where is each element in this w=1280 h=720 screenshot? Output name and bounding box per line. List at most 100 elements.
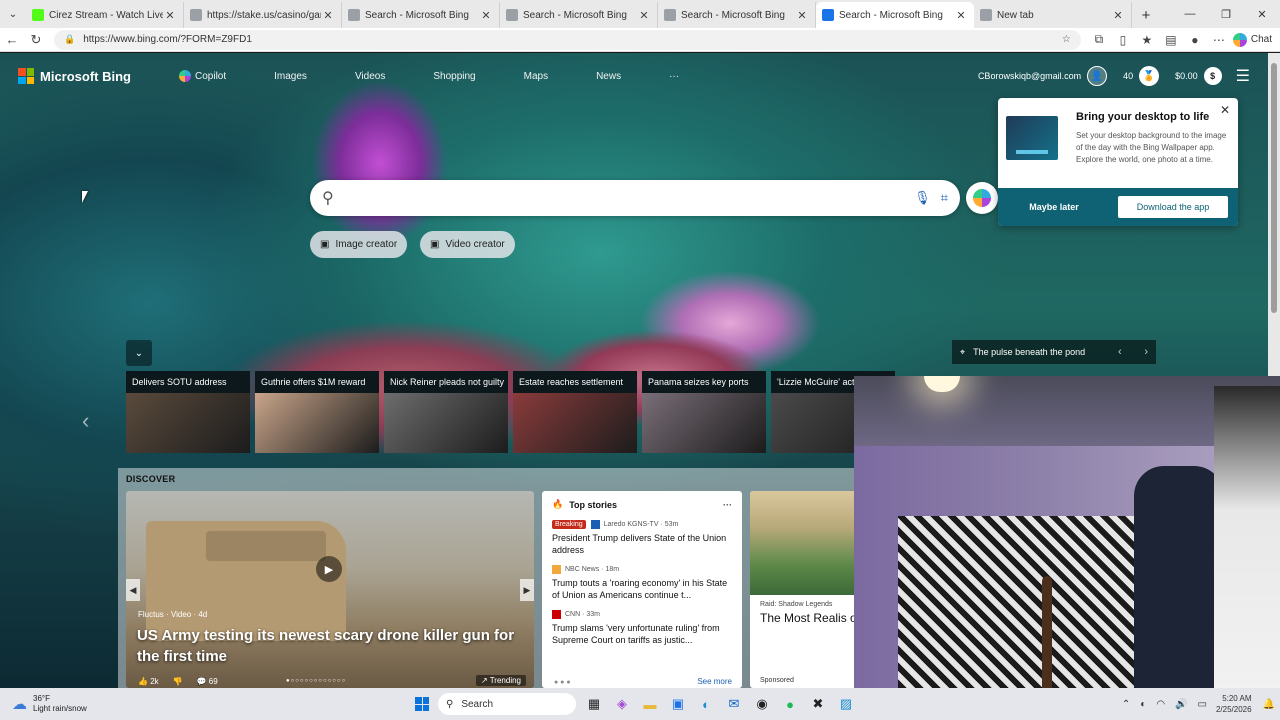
- file-explorer-icon[interactable]: ▬: [636, 692, 664, 716]
- balance-amount[interactable]: $0.00: [1175, 71, 1198, 81]
- scrollbar-thumb[interactable]: [1271, 63, 1277, 313]
- hero-title[interactable]: US Army testing its newest scary drone k…: [137, 625, 529, 667]
- nav-copilot[interactable]: Copilot: [179, 70, 250, 82]
- see-more-link[interactable]: See more: [697, 677, 732, 686]
- next-image-icon[interactable]: ›: [1144, 346, 1148, 358]
- play-icon[interactable]: ▶: [316, 556, 342, 582]
- browser-tab[interactable]: New tab ✕: [974, 2, 1132, 28]
- address-bar[interactable]: 🔒 https://www.bing.com/?FORM=Z9FD1 ☆: [54, 29, 1081, 50]
- image-creator-button[interactable]: ▣ Image creator: [310, 231, 408, 258]
- new-tab-button[interactable]: +: [1132, 2, 1160, 28]
- edge-icon[interactable]: ◐: [692, 692, 720, 716]
- capcut-icon[interactable]: ✖: [804, 692, 832, 716]
- strip-left-arrow-icon[interactable]: ‹: [82, 408, 89, 434]
- account-email[interactable]: CBorowskiqb@gmail.com: [978, 71, 1081, 81]
- photos-icon[interactable]: ▨: [832, 692, 860, 716]
- image-caption[interactable]: The pulse beneath the pond: [973, 347, 1085, 357]
- spotify-icon[interactable]: ●: [776, 692, 804, 716]
- nav-videos[interactable]: Videos: [355, 71, 409, 82]
- outlook-icon[interactable]: ✉: [720, 692, 748, 716]
- news-strip-card[interactable]: Nick Reiner pleads not guilty: [384, 371, 508, 453]
- download-app-button[interactable]: Download the app: [1118, 196, 1228, 218]
- hamburger-menu-icon[interactable]: ☰: [1236, 66, 1250, 86]
- news-strip-card[interactable]: Delivers SOTU address: [126, 371, 250, 453]
- hero-video-card[interactable]: ▶ ◀ ▶ Fluctus · Video · 4d US Army testi…: [126, 491, 534, 688]
- obs-icon[interactable]: ◉: [748, 692, 776, 716]
- browser-tab[interactable]: Search - Microsoft Bing ✕: [658, 2, 816, 28]
- microphone-icon[interactable]: 🎙: [914, 190, 931, 206]
- maybe-later-button[interactable]: Maybe later: [998, 202, 1110, 212]
- task-view-icon[interactable]: ▦: [580, 692, 608, 716]
- close-tab-icon[interactable]: ✕: [321, 9, 335, 22]
- volume-icon[interactable]: 🔊: [1175, 699, 1187, 710]
- nav-more-button[interactable]: ···: [669, 71, 679, 82]
- browser-tab[interactable]: https://stake.us/casino/games/evo✕: [184, 2, 342, 28]
- like-button[interactable]: 👍 2k: [138, 677, 159, 686]
- refresh-icon[interactable]: ↻: [24, 32, 48, 48]
- browser-tab[interactable]: Search - Microsoft Bing ✕: [816, 2, 974, 28]
- news-strip-card[interactable]: Panama seizes key ports: [642, 371, 766, 453]
- dollar-icon[interactable]: $: [1203, 67, 1222, 85]
- show-hidden-icons-icon[interactable]: ⌃: [1122, 699, 1130, 710]
- nav-shopping[interactable]: Shopping: [433, 71, 499, 82]
- close-tab-icon[interactable]: ✕: [954, 9, 968, 22]
- close-window-icon[interactable]: ✕: [1244, 8, 1280, 21]
- close-tab-icon[interactable]: ✕: [795, 9, 809, 22]
- story-item[interactable]: NBC News · 18m Trump touts a 'roaring eco…: [552, 565, 732, 601]
- clock[interactable]: 5:20 AM 2/25/2026: [1212, 693, 1258, 715]
- browser-tab[interactable]: Search - Microsoft Bing ✕: [500, 2, 658, 28]
- weather-widget[interactable]: ☁ 36°F Light rain/snow: [0, 694, 200, 714]
- more-options-icon[interactable]: ⋯: [1207, 33, 1231, 47]
- more-options-icon[interactable]: ···: [723, 500, 732, 510]
- minimize-icon[interactable]: —: [1172, 8, 1208, 20]
- nav-news[interactable]: News: [596, 71, 645, 82]
- tab-actions-menu-icon[interactable]: ⌄: [0, 0, 26, 28]
- browser-tab[interactable]: Search - Microsoft Bing ✕: [342, 2, 500, 28]
- start-button[interactable]: [410, 692, 434, 716]
- battery-icon[interactable]: ▭: [1198, 699, 1207, 710]
- dislike-icon[interactable]: 👎: [173, 677, 183, 686]
- notifications-icon[interactable]: 🔔: [1263, 699, 1275, 710]
- favorite-star-icon[interactable]: ☆: [1062, 34, 1071, 45]
- profile-icon[interactable]: ●: [1183, 33, 1207, 47]
- news-strip-card[interactable]: Estate reaches settlement: [513, 371, 637, 453]
- copilot-chat-button[interactable]: Chat: [1231, 32, 1280, 47]
- close-popup-icon[interactable]: ✕: [1220, 103, 1230, 117]
- comment-button[interactable]: 💬 69: [197, 677, 218, 686]
- hero-prev-icon[interactable]: ◀: [126, 579, 140, 601]
- close-tab-icon[interactable]: ✕: [479, 9, 493, 22]
- user-avatar-icon[interactable]: 👤: [1087, 66, 1108, 86]
- taskbar-search[interactable]: ⚲ Search: [438, 693, 576, 715]
- microsoft-bing-logo[interactable]: Microsoft Bing: [18, 68, 131, 84]
- close-tab-icon[interactable]: ✕: [163, 9, 177, 22]
- pager-dots[interactable]: ● ● ●: [554, 679, 571, 686]
- sponsored-card[interactable]: Raid: Shadow Legends The Most Realis of …: [750, 491, 854, 688]
- rewards-medal-icon[interactable]: 🏅: [1139, 66, 1160, 86]
- network-icon[interactable]: ◠: [1156, 699, 1165, 710]
- browser-tab[interactable]: Cirez Stream - Watch Live on✕: [26, 2, 184, 28]
- favorites-icon[interactable]: ★: [1135, 33, 1159, 47]
- story-item[interactable]: CNN · 33m Trump slams 'very unfortunate r…: [552, 610, 732, 646]
- store-icon[interactable]: ▣: [664, 692, 692, 716]
- search-input[interactable]: [333, 190, 905, 206]
- back-icon[interactable]: ←: [0, 32, 24, 47]
- extensions-icon[interactable]: ⧉: [1087, 32, 1111, 47]
- rewards-points[interactable]: 40: [1123, 71, 1133, 81]
- story-item[interactable]: Breaking Laredo KGNS-TV · 53m President Tr…: [552, 520, 732, 556]
- collapse-feed-button[interactable]: ⌄: [126, 340, 152, 366]
- previous-image-icon[interactable]: ‹: [1118, 346, 1122, 358]
- nav-images[interactable]: Images: [274, 71, 331, 82]
- visual-search-icon[interactable]: ⌗: [941, 190, 948, 206]
- split-screen-icon[interactable]: ▯: [1111, 33, 1135, 47]
- copilot-app-icon[interactable]: ◈: [608, 692, 636, 716]
- copilot-button[interactable]: [966, 182, 998, 214]
- restore-icon[interactable]: ❐: [1208, 8, 1244, 21]
- hero-next-icon[interactable]: ▶: [520, 579, 534, 601]
- video-creator-button[interactable]: ▣ Video creator: [420, 231, 515, 258]
- close-tab-icon[interactable]: ✕: [637, 9, 651, 22]
- news-strip-card[interactable]: Guthrie offers $1M reward: [255, 371, 379, 453]
- carousel-dots[interactable]: ●○○○○○○○○○○○○: [286, 678, 346, 684]
- collections-icon[interactable]: ▤: [1159, 33, 1183, 47]
- close-tab-icon[interactable]: ✕: [1111, 9, 1125, 22]
- tray-app-icon[interactable]: ◐: [1140, 699, 1146, 710]
